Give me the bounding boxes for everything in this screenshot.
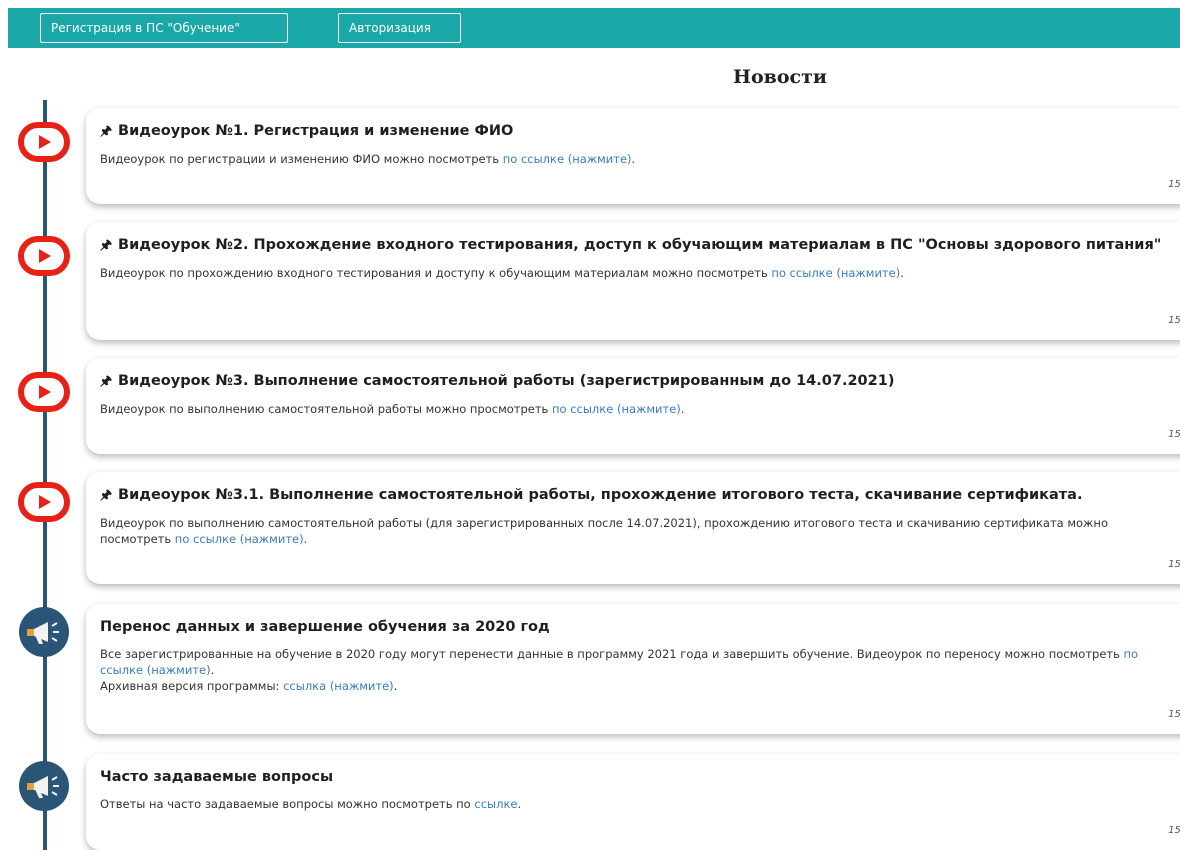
news-title: 🖈 Видеоурок №3.1. Выполнение самостоятель…	[100, 487, 1083, 503]
news-link[interactable]: по ссылке (нажмите)	[552, 402, 681, 416]
news-title: Перенос данных и завершение обучения за …	[100, 619, 550, 635]
pin-icon: 🖈	[100, 238, 113, 253]
youtube-icon	[18, 372, 70, 412]
news-link[interactable]: по ссылке (нажмите)	[771, 266, 900, 280]
news-date: 15.	[1168, 179, 1180, 190]
news-card: Часто задаваемые вопросы Ответы на часто…	[86, 754, 1180, 850]
news-body: Видеоурок по прохождению входного тестир…	[100, 266, 904, 280]
news-date: 15.	[1168, 315, 1180, 326]
login-button[interactable]: Авторизация	[338, 13, 461, 43]
news-date: 15.	[1168, 559, 1180, 570]
news-card: 🖈 Видеоурок №1. Регистрация и изменение Ф…	[86, 108, 1180, 204]
news-body: Ответы на часто задаваемые вопросы можно…	[100, 797, 522, 811]
news-title: 🖈 Видеоурок №2. Прохождение входного тест…	[100, 237, 1162, 253]
news-title: Часто задаваемые вопросы	[100, 769, 334, 785]
page-title: Новости	[733, 66, 827, 88]
register-button[interactable]: Регистрация в ПС "Обучение"	[40, 13, 288, 43]
news-date: 15.	[1168, 709, 1180, 720]
youtube-icon	[18, 236, 70, 276]
pin-icon: 🖈	[100, 488, 113, 503]
news-card: 🖈 Видеоурок №3.1. Выполнение самостоятель…	[86, 472, 1180, 584]
pin-icon: 🖈	[100, 374, 113, 389]
archive-link[interactable]: ссылка (нажмите)	[283, 679, 394, 693]
megaphone-icon	[19, 607, 69, 657]
news-card: 🖈 Видеоурок №3. Выполнение самостоятельно…	[86, 358, 1180, 454]
news-title: 🖈 Видеоурок №1. Регистрация и изменение Ф…	[100, 123, 514, 139]
timeline-line	[43, 100, 47, 850]
pin-icon: 🖈	[100, 124, 113, 139]
youtube-icon	[18, 482, 70, 522]
news-date: 15.	[1168, 429, 1180, 440]
news-title: 🖈 Видеоурок №3. Выполнение самостоятельно…	[100, 373, 895, 389]
news-link[interactable]: по ссылке (нажмите)	[175, 532, 304, 546]
news-link[interactable]: ссылке	[474, 797, 517, 811]
news-card: Перенос данных и завершение обучения за …	[86, 604, 1180, 734]
news-body: Видеоурок по выполнению самостоятельной …	[100, 402, 685, 416]
top-nav-bar: Регистрация в ПС "Обучение" Авторизация	[8, 8, 1180, 48]
megaphone-icon	[19, 761, 69, 811]
news-link[interactable]: по ссылке (нажмите)	[503, 152, 632, 166]
news-card: 🖈 Видеоурок №2. Прохождение входного тест…	[86, 222, 1180, 340]
news-body: Видеоурок по регистрации и изменению ФИО…	[100, 152, 636, 166]
youtube-icon	[18, 122, 70, 162]
news-body: Видеоурок по выполнению самостоятельной …	[100, 516, 1108, 546]
news-body: Все зарегистрированные на обучение в 202…	[100, 647, 1139, 693]
news-date: 15.	[1168, 825, 1180, 836]
